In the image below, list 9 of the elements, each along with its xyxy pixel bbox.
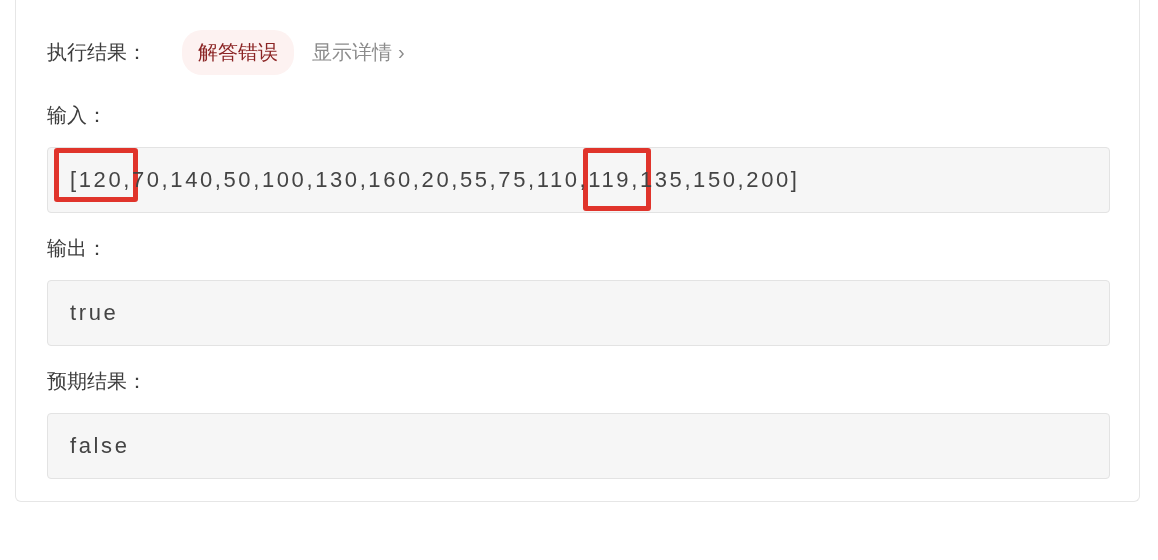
field-label: 预期结果： bbox=[47, 369, 148, 394]
field-label: 输入： bbox=[47, 103, 108, 128]
chevron-icon: › bbox=[398, 40, 405, 64]
result-label: 执行结果： bbox=[47, 39, 148, 65]
field-label: 输出： bbox=[47, 236, 108, 261]
status-badge: 解答错误 bbox=[182, 29, 294, 75]
field-value: false bbox=[70, 433, 130, 459]
field-value: true bbox=[70, 300, 119, 326]
show-details-link[interactable]: 显示详情 › bbox=[312, 38, 405, 66]
